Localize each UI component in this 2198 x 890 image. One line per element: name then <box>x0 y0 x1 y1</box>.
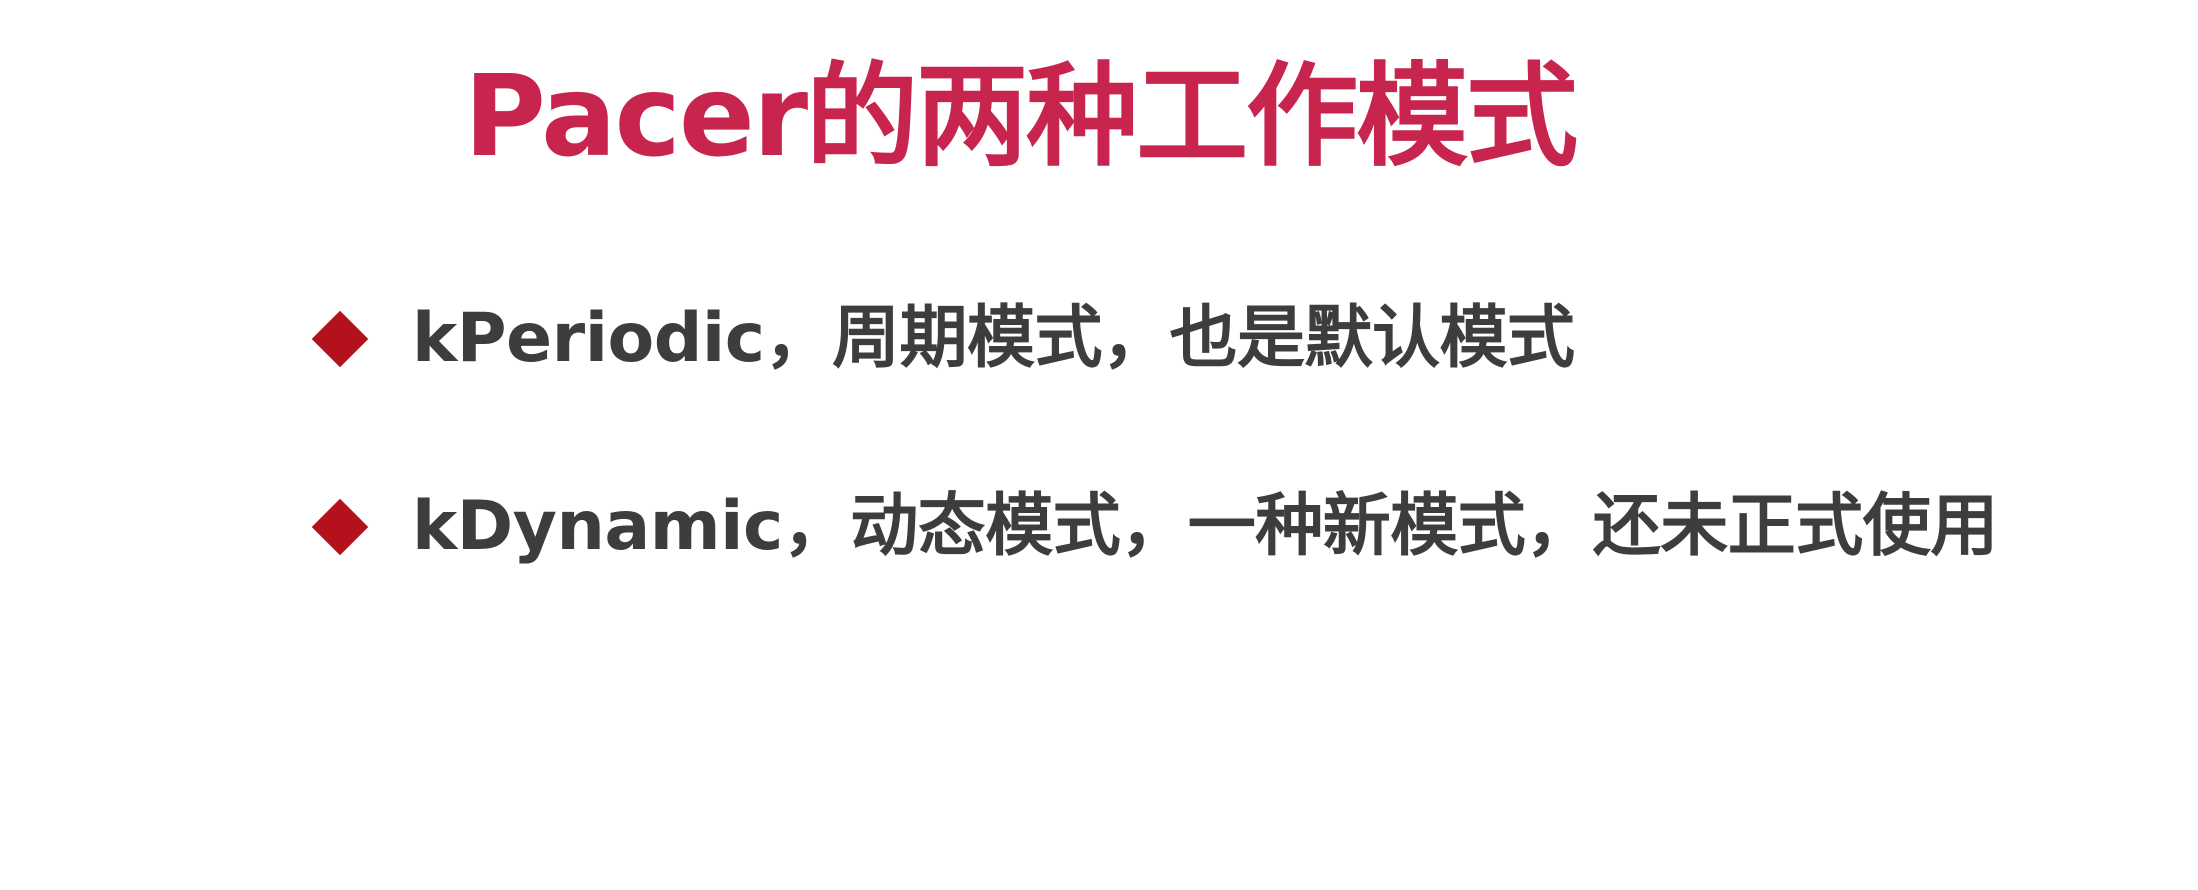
bullet-text: kDynamic，动态模式，一种新模式，还未正式使用 <box>412 487 1998 566</box>
diamond-bullet-icon <box>311 498 369 556</box>
diamond-bullet-icon <box>311 310 369 368</box>
slide: Pacer的两种工作模式 kPeriodic，周期模式，也是默认模式 kDyna… <box>0 0 2198 890</box>
bullet-item: kDynamic，动态模式，一种新模式，还未正式使用 <box>308 482 1998 572</box>
bullet-text: kPeriodic，周期模式，也是默认模式 <box>412 299 1575 378</box>
slide-title: Pacer的两种工作模式 <box>463 52 1578 182</box>
bullet-item: kPeriodic，周期模式，也是默认模式 <box>308 294 1575 384</box>
